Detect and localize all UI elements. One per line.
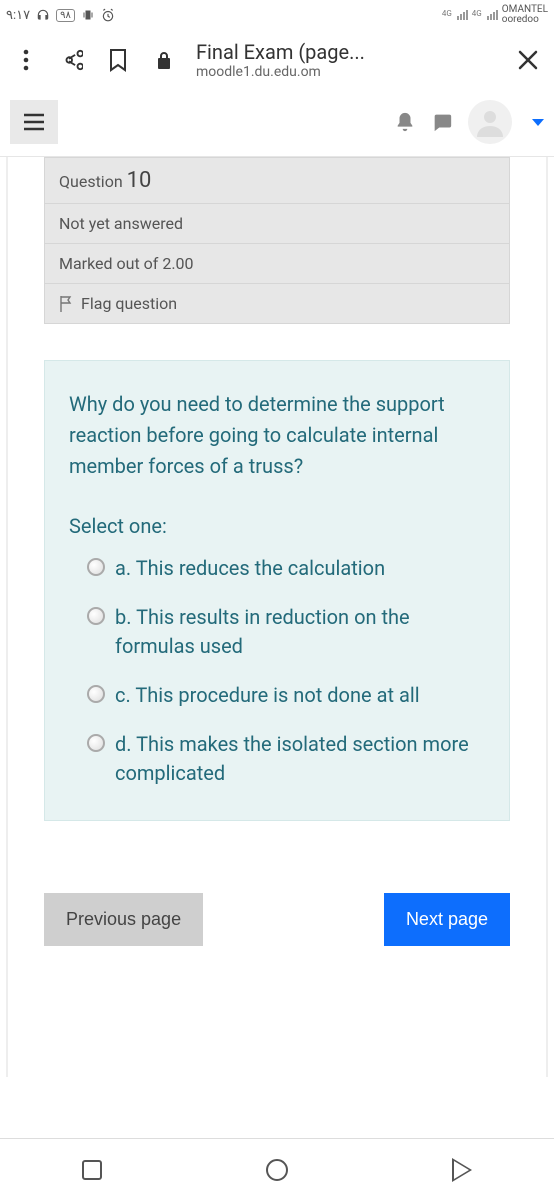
close-tab-button[interactable] [510, 42, 546, 78]
option-a-radio[interactable] [87, 558, 105, 576]
recent-apps-button[interactable] [82, 1160, 102, 1180]
option-b[interactable]: b. This results in reduction on the form… [69, 603, 485, 661]
previous-page-button[interactable]: Previous page [44, 893, 203, 946]
option-d-radio[interactable] [87, 734, 105, 752]
options-list: a. This reduces the calculation b. This … [69, 554, 485, 788]
headset-icon [36, 9, 50, 21]
more-menu-button[interactable] [8, 42, 44, 78]
question-label: Question [59, 172, 123, 191]
option-d-label: d. This makes the isolated section more … [115, 730, 485, 788]
messages-button[interactable] [430, 111, 454, 133]
option-a[interactable]: a. This reduces the calculation [69, 554, 485, 583]
question-number-row: Question 10 [45, 158, 509, 204]
home-button[interactable] [266, 1159, 288, 1181]
select-one-label: Select one: [69, 514, 485, 538]
hamburger-menu-button[interactable] [10, 100, 58, 144]
option-b-label: b. This results in reduction on the form… [115, 603, 485, 661]
user-menu-caret-icon[interactable] [532, 119, 544, 126]
sim2-label: 4G [472, 9, 482, 18]
notifications-button[interactable] [394, 110, 416, 134]
vibrate-icon [81, 9, 95, 21]
app-bar [0, 94, 554, 157]
next-page-button[interactable]: Next page [384, 893, 510, 946]
option-c-radio[interactable] [87, 685, 105, 703]
option-c-label: c. This procedure is not done at all [115, 681, 420, 710]
carrier-2: ooredoo [502, 15, 548, 25]
question-text: Why do you need to determine the support… [69, 389, 485, 482]
share-button[interactable] [54, 42, 90, 78]
lock-icon [146, 42, 182, 78]
option-b-radio[interactable] [87, 607, 105, 625]
page-title-area[interactable]: Final Exam (page... moodle1.du.edu.om [192, 40, 500, 80]
page-url: moodle1.du.edu.om [196, 64, 500, 80]
sim1-label: 4G [442, 9, 452, 18]
question-body: Why do you need to determine the support… [44, 360, 510, 821]
status-left: ٩:١٧ ٩٨ [6, 8, 115, 23]
marks-row: Marked out of 2.00 [45, 244, 509, 284]
carrier-names: OMANTEL ooredoo [502, 5, 548, 25]
option-c[interactable]: c. This procedure is not done at all [69, 681, 485, 710]
status-bar: ٩:١٧ ٩٨ 4G 4G OMANTEL ooredoo [0, 0, 554, 30]
question-info-panel: Question 10 Not yet answered Marked out … [44, 157, 510, 324]
status-right: 4G 4G OMANTEL ooredoo [442, 5, 548, 25]
pagination-buttons: Previous page Next page [44, 893, 510, 946]
answer-status: Not yet answered [45, 204, 509, 244]
back-button[interactable] [452, 1158, 472, 1182]
question-number: 10 [127, 168, 152, 193]
sim2-signal-icon [487, 10, 498, 20]
alarm-icon [101, 8, 115, 22]
sim1-signal-icon [457, 10, 468, 20]
browser-toolbar: Final Exam (page... moodle1.du.edu.om [0, 30, 554, 94]
page-title: Final Exam (page... [196, 40, 500, 64]
battery-badge: ٩٨ [56, 9, 75, 22]
bookmark-button[interactable] [100, 42, 136, 78]
flag-question-button[interactable]: Flag question [45, 284, 509, 323]
option-d[interactable]: d. This makes the isolated section more … [69, 730, 485, 788]
content-area: Question 10 Not yet answered Marked out … [6, 157, 548, 1077]
status-time: ٩:١٧ [6, 8, 30, 23]
flag-icon [59, 295, 73, 313]
flag-label: Flag question [81, 294, 177, 313]
system-nav-bar [0, 1138, 554, 1200]
user-avatar[interactable] [468, 100, 512, 144]
option-a-label: a. This reduces the calculation [115, 554, 385, 583]
